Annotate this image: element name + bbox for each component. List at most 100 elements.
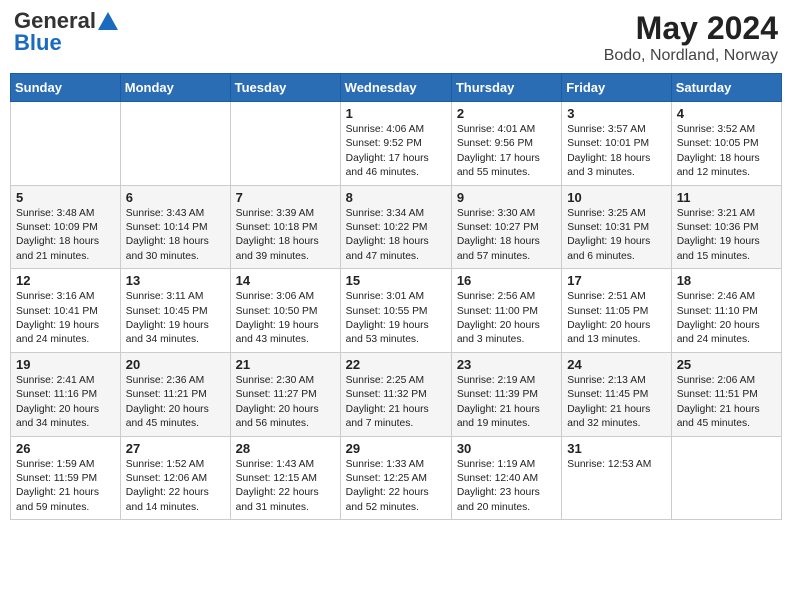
calendar-day-3: 3Sunrise: 3:57 AM Sunset: 10:01 PM Dayli… (562, 102, 671, 186)
calendar-empty-cell (230, 102, 340, 186)
calendar-week-row: 12 Sunrise: 3:16 AM Sunset: 10:41 PM Dayl… (11, 269, 782, 353)
day-info: Sunrise: 2:06 AM Sunset: 11:51 PM Daylig… (677, 374, 776, 432)
day-info: Sunrise: 1:33 AM Sunset: 12:25 AM Daylig… (346, 458, 446, 516)
day-number: 7 (236, 190, 335, 205)
day-number: 6 (126, 190, 225, 205)
day-number: 26 (16, 441, 115, 456)
day-info: Sunrise: 3:01 AM Sunset: 10:55 PM Daylig… (346, 290, 446, 348)
calendar-day-11: 11 Sunrise: 3:21 AM Sunset: 10:36 PM Dayl… (671, 185, 781, 269)
calendar-day-5: 5 Sunrise: 3:48 AM Sunset: 10:09 PM Dayli… (11, 185, 121, 269)
calendar-day-30: 30 Sunrise: 1:19 AM Sunset: 12:40 AM Dayl… (451, 436, 561, 520)
main-title: May 2024 (604, 10, 778, 47)
logo-triangle-icon (98, 12, 118, 30)
calendar-day-17: 17Sunrise: 2:51 AM Sunset: 11:05 PM Dayl… (562, 269, 671, 353)
calendar-table: SundayMondayTuesdayWednesdayThursdayFrid… (10, 73, 782, 520)
calendar-header-row: SundayMondayTuesdayWednesdayThursdayFrid… (11, 74, 782, 102)
calendar-day-22: 22 Sunrise: 2:25 AM Sunset: 11:32 PM Dayl… (340, 352, 451, 436)
day-header-wednesday: Wednesday (340, 74, 451, 102)
calendar-day-18: 18 Sunrise: 2:46 AM Sunset: 11:10 PM Dayl… (671, 269, 781, 353)
day-number: 3 (567, 106, 665, 121)
calendar-day-12: 12 Sunrise: 3:16 AM Sunset: 10:41 PM Dayl… (11, 269, 121, 353)
day-info: Sunrise: 3:06 AM Sunset: 10:50 PM Daylig… (236, 290, 335, 348)
calendar-empty-cell (120, 102, 230, 186)
day-number: 5 (16, 190, 115, 205)
day-info: Sunrise: 3:21 AM Sunset: 10:36 PM Daylig… (677, 207, 776, 265)
day-info: Sunrise: 2:56 AM Sunset: 11:00 PM Daylig… (457, 290, 556, 348)
calendar-day-8: 8Sunrise: 3:34 AM Sunset: 10:22 PM Dayli… (340, 185, 451, 269)
day-number: 11 (677, 190, 776, 205)
calendar-day-10: 10Sunrise: 3:25 AM Sunset: 10:31 PM Dayl… (562, 185, 671, 269)
calendar-day-16: 16 Sunrise: 2:56 AM Sunset: 11:00 PM Dayl… (451, 269, 561, 353)
day-info: Sunrise: 3:30 AM Sunset: 10:27 PM Daylig… (457, 207, 556, 265)
day-number: 17 (567, 273, 665, 288)
day-number: 20 (126, 357, 225, 372)
day-number: 24 (567, 357, 665, 372)
day-info: Sunrise: 3:48 AM Sunset: 10:09 PM Daylig… (16, 207, 115, 265)
calendar-day-23: 23Sunrise: 2:19 AM Sunset: 11:39 PM Dayl… (451, 352, 561, 436)
day-number: 9 (457, 190, 556, 205)
calendar-day-13: 13 Sunrise: 3:11 AM Sunset: 10:45 PM Dayl… (120, 269, 230, 353)
day-info: Sunrise: 1:19 AM Sunset: 12:40 AM Daylig… (457, 458, 556, 516)
day-header-saturday: Saturday (671, 74, 781, 102)
day-info: Sunrise: 2:36 AM Sunset: 11:21 PM Daylig… (126, 374, 225, 432)
day-number: 25 (677, 357, 776, 372)
day-number: 22 (346, 357, 446, 372)
calendar-day-14: 14Sunrise: 3:06 AM Sunset: 10:50 PM Dayl… (230, 269, 340, 353)
day-info: Sunrise: 2:25 AM Sunset: 11:32 PM Daylig… (346, 374, 446, 432)
day-number: 12 (16, 273, 115, 288)
day-info: Sunrise: 3:25 AM Sunset: 10:31 PM Daylig… (567, 207, 665, 265)
calendar-day-9: 9 Sunrise: 3:30 AM Sunset: 10:27 PM Dayli… (451, 185, 561, 269)
day-info: Sunrise: 3:11 AM Sunset: 10:45 PM Daylig… (126, 290, 225, 348)
calendar-week-row: 26Sunrise: 1:59 AM Sunset: 11:59 PM Dayl… (11, 436, 782, 520)
day-info: Sunrise: 4:01 AM Sunset: 9:56 PM Dayligh… (457, 123, 556, 181)
day-info: Sunrise: 3:39 AM Sunset: 10:18 PM Daylig… (236, 207, 335, 265)
day-header-friday: Friday (562, 74, 671, 102)
day-number: 30 (457, 441, 556, 456)
day-info: Sunrise: 3:34 AM Sunset: 10:22 PM Daylig… (346, 207, 446, 265)
day-info: Sunrise: 3:43 AM Sunset: 10:14 PM Daylig… (126, 207, 225, 265)
calendar-day-7: 7 Sunrise: 3:39 AM Sunset: 10:18 PM Dayli… (230, 185, 340, 269)
day-number: 16 (457, 273, 556, 288)
day-number: 23 (457, 357, 556, 372)
day-info: Sunrise: 2:41 AM Sunset: 11:16 PM Daylig… (16, 374, 115, 432)
day-number: 18 (677, 273, 776, 288)
day-info: Sunrise: 12:53 AM (567, 458, 665, 472)
logo-general-text: General (14, 10, 96, 32)
logo-blue-text: Blue (14, 32, 62, 54)
day-number: 1 (346, 106, 446, 121)
day-number: 4 (677, 106, 776, 121)
day-info: Sunrise: 2:13 AM Sunset: 11:45 PM Daylig… (567, 374, 665, 432)
day-info: Sunrise: 4:06 AM Sunset: 9:52 PM Dayligh… (346, 123, 446, 181)
day-number: 15 (346, 273, 446, 288)
calendar-day-15: 15 Sunrise: 3:01 AM Sunset: 10:55 PM Dayl… (340, 269, 451, 353)
day-number: 21 (236, 357, 335, 372)
calendar-empty-cell (11, 102, 121, 186)
day-header-thursday: Thursday (451, 74, 561, 102)
calendar-day-31: 31 Sunrise: 12:53 AM (562, 436, 671, 520)
calendar-week-row: 1 Sunrise: 4:06 AM Sunset: 9:52 PM Daylig… (11, 102, 782, 186)
day-number: 31 (567, 441, 665, 456)
calendar-day-19: 19Sunrise: 2:41 AM Sunset: 11:16 PM Dayl… (11, 352, 121, 436)
day-info: Sunrise: 2:46 AM Sunset: 11:10 PM Daylig… (677, 290, 776, 348)
calendar-day-21: 21Sunrise: 2:30 AM Sunset: 11:27 PM Dayl… (230, 352, 340, 436)
calendar-empty-cell (671, 436, 781, 520)
calendar-day-6: 6 Sunrise: 3:43 AM Sunset: 10:14 PM Dayli… (120, 185, 230, 269)
day-info: Sunrise: 3:52 AM Sunset: 10:05 PM Daylig… (677, 123, 776, 181)
page-header: General Blue May 2024 Bodo, Nordland, No… (10, 10, 782, 65)
calendar-day-2: 2Sunrise: 4:01 AM Sunset: 9:56 PM Daylig… (451, 102, 561, 186)
day-number: 29 (346, 441, 446, 456)
day-info: Sunrise: 3:16 AM Sunset: 10:41 PM Daylig… (16, 290, 115, 348)
calendar-day-27: 27Sunrise: 1:52 AM Sunset: 12:06 AM Dayl… (120, 436, 230, 520)
calendar-day-25: 25 Sunrise: 2:06 AM Sunset: 11:51 PM Dayl… (671, 352, 781, 436)
day-number: 27 (126, 441, 225, 456)
calendar-day-20: 20 Sunrise: 2:36 AM Sunset: 11:21 PM Dayl… (120, 352, 230, 436)
calendar-day-1: 1 Sunrise: 4:06 AM Sunset: 9:52 PM Daylig… (340, 102, 451, 186)
day-number: 28 (236, 441, 335, 456)
calendar-week-row: 19Sunrise: 2:41 AM Sunset: 11:16 PM Dayl… (11, 352, 782, 436)
calendar-day-24: 24 Sunrise: 2:13 AM Sunset: 11:45 PM Dayl… (562, 352, 671, 436)
calendar-day-4: 4 Sunrise: 3:52 AM Sunset: 10:05 PM Dayli… (671, 102, 781, 186)
day-header-tuesday: Tuesday (230, 74, 340, 102)
day-number: 13 (126, 273, 225, 288)
subtitle: Bodo, Nordland, Norway (604, 47, 778, 65)
calendar-day-26: 26Sunrise: 1:59 AM Sunset: 11:59 PM Dayl… (11, 436, 121, 520)
